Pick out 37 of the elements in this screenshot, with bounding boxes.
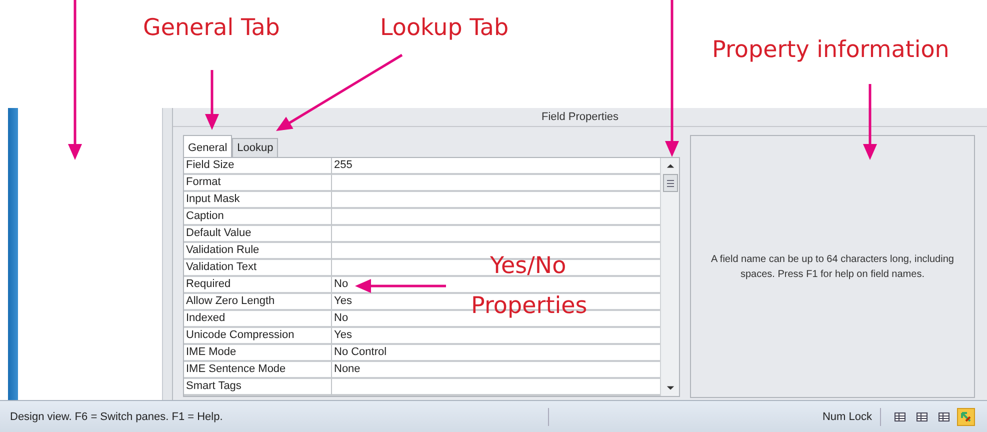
scroll-thumb[interactable] [662,174,678,192]
callout-label: Property information [712,36,950,65]
property-name: IME Sentence Mode [184,362,332,379]
callout-arrow [205,70,219,130]
tab[interactable]: Lookup [232,138,278,157]
scrollbar[interactable] [660,158,679,396]
grid-view-icon [916,410,928,422]
grid-view-icon [938,410,950,422]
status-message: Design view. F6 = Switch panes. F1 = Help. [10,410,223,422]
property-name: Validation Rule [184,243,332,260]
property-name: Format [184,175,332,192]
property-name: Input Mask [184,192,332,209]
callout-label: General Tab [143,14,280,43]
property-value[interactable]: 255 [332,158,660,175]
scroll-up-icon[interactable] [666,163,674,169]
grid-view-icon [894,410,906,422]
property-value[interactable]: No [332,277,660,294]
property-name: Smart Tags [184,379,332,396]
property-value[interactable]: No Control [332,345,660,362]
help-text: A field name can be up to 64 characters long, including spaces. Press F1 for help on field names. [710,252,955,282]
property-name: Allow Zero Length [184,294,332,311]
ruler-pencil-icon [960,410,972,422]
callout-label: Lookup Tab [380,14,509,43]
view-button[interactable] [957,408,975,426]
property-name: Default Value [184,226,332,243]
property-name: Caption [184,209,332,226]
property-name: Unicode Compression [184,328,332,345]
property-name: Indexed [184,311,332,328]
property-name: IME Mode [184,345,332,362]
num-lock-indicator: Num Lock [822,410,872,422]
property-value[interactable]: None [332,362,660,379]
property-name: Validation Text [184,260,332,277]
scroll-down-icon[interactable] [666,385,674,391]
property-value[interactable]: Yes [332,328,660,345]
property-name: Required [184,277,332,294]
property-name: Field Size [184,158,332,175]
tab[interactable]: General [183,135,232,157]
